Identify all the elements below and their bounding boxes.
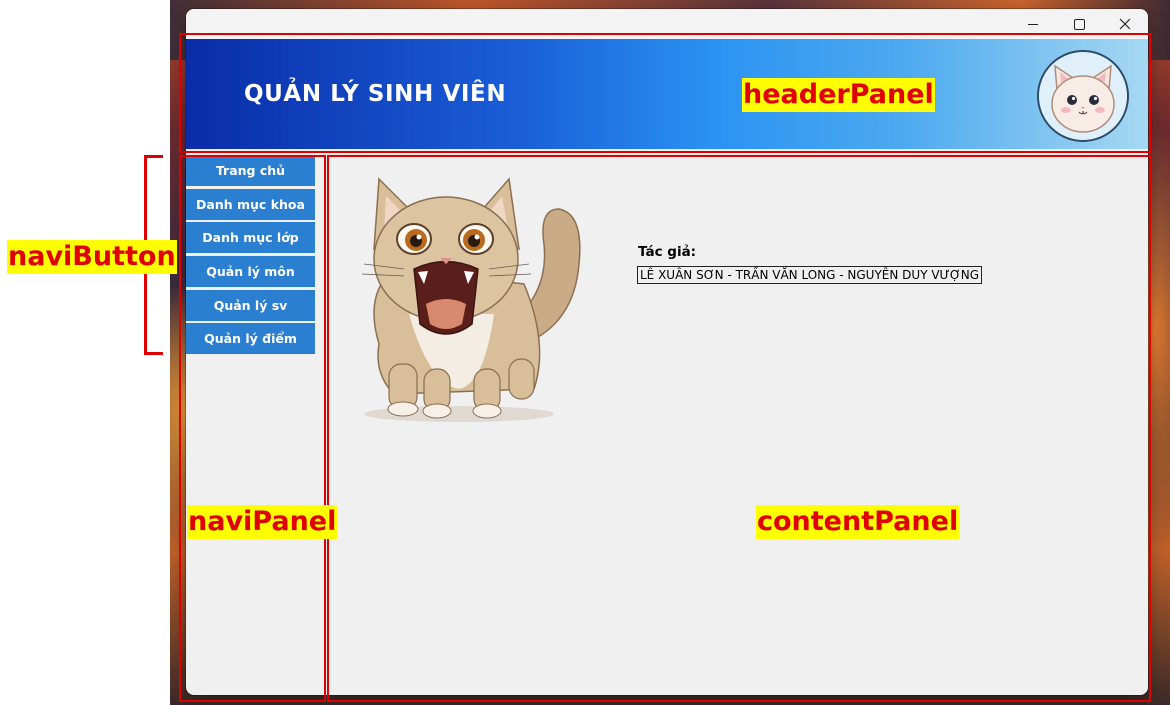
content-panel-label: contentPanel — [756, 505, 960, 539]
content-panel-outline — [327, 155, 1151, 702]
navi-panel-outline — [179, 155, 326, 702]
navi-button-label: naviButton — [7, 240, 177, 274]
navi-panel-label: naviPanel — [187, 505, 338, 539]
minimize-icon — [1028, 23, 1038, 25]
close-icon — [1119, 18, 1131, 30]
header-panel-outline — [179, 33, 1151, 153]
header-panel-label: headerPanel — [742, 78, 935, 112]
maximize-icon — [1073, 18, 1085, 30]
